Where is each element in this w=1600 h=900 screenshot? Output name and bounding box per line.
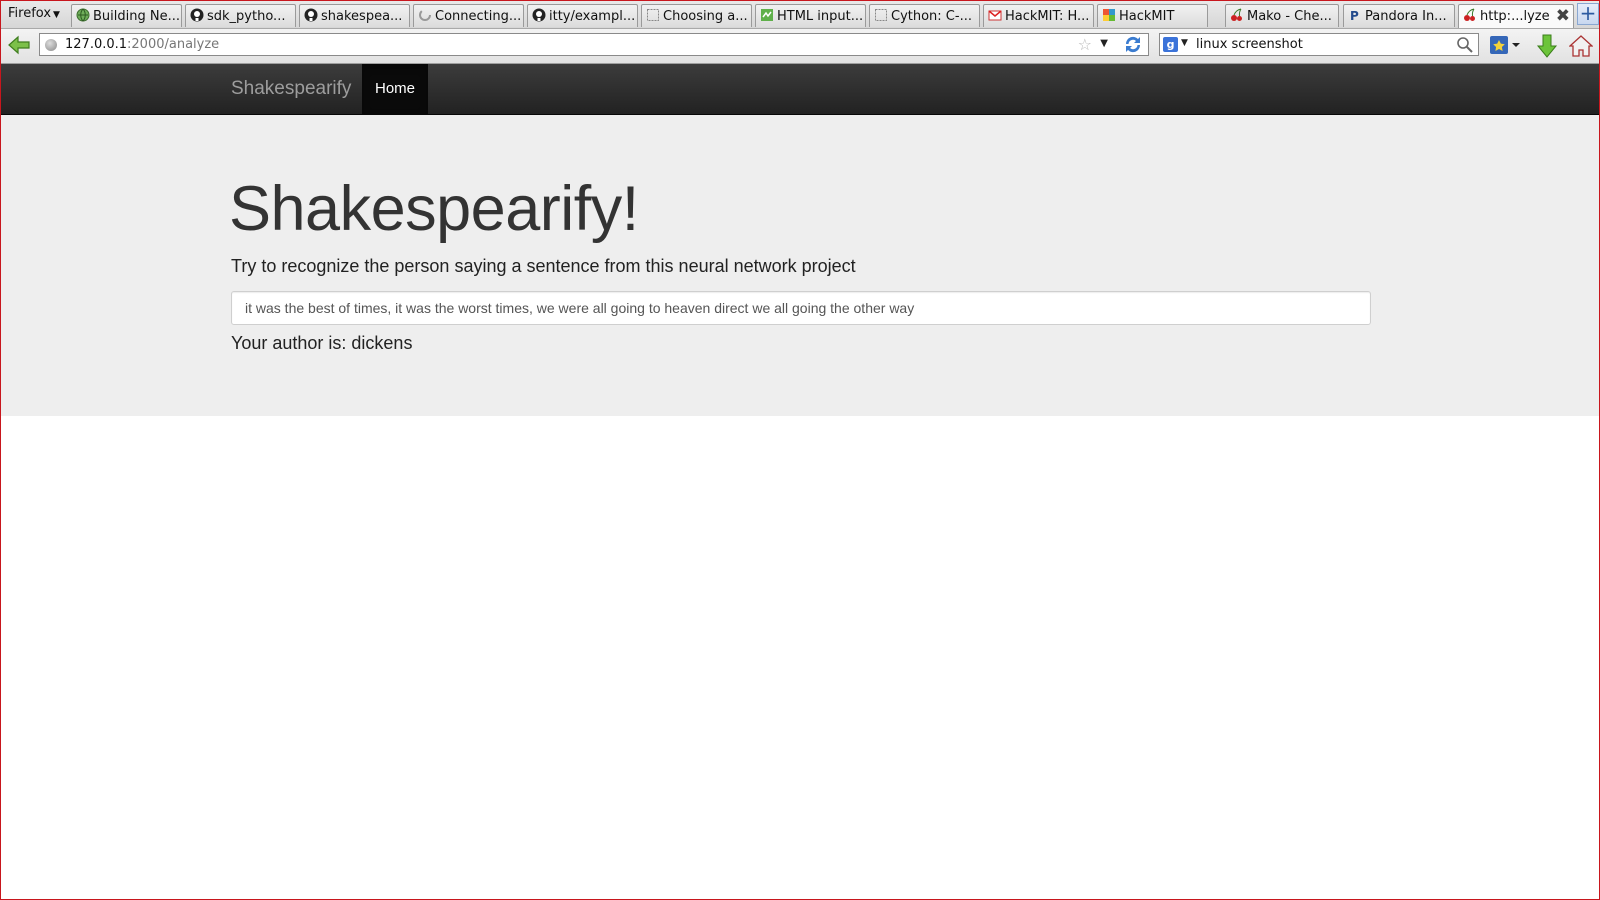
url-text: 127.0.0.1:2000/analyze — [65, 37, 219, 52]
tab-shakespeare[interactable]: shakespea... — [299, 4, 410, 27]
tab-html-input[interactable]: HTML input... — [755, 4, 866, 27]
tab-hackmit-mail[interactable]: HackMIT: H... — [983, 4, 1094, 27]
tab-label: itty/exampl... — [549, 9, 636, 24]
home-icon[interactable] — [1568, 34, 1594, 58]
tab-strip: Firefox ▼ Building Ne... sdk_pytho... sha… — [1, 1, 1599, 29]
tab-itty-example[interactable]: itty/exampl... — [527, 4, 638, 27]
search-bar[interactable]: g ▼ linux screenshot — [1159, 33, 1479, 56]
gmail-icon — [988, 8, 1002, 22]
tab-cython[interactable]: Cython: C-... — [869, 4, 980, 27]
tab-label: Cython: C-... — [891, 9, 972, 24]
tab-label: http:...lyze — [1480, 9, 1550, 24]
tab-building-ne[interactable]: Building Ne... — [71, 4, 182, 27]
lead-text: Try to recognize the person saying a sen… — [231, 256, 856, 276]
page-title: Shakespearify! — [229, 174, 639, 244]
tab-label: Pandora In... — [1365, 9, 1447, 24]
blank-page-icon — [646, 8, 660, 22]
author-result: Your author is: dickens — [231, 333, 413, 353]
navbar-brand[interactable]: Shakespearify — [231, 78, 351, 100]
bookmarks-menu-icon[interactable] — [1489, 34, 1520, 58]
loading-icon — [418, 8, 432, 22]
url-path: :2000/analyze — [127, 37, 220, 52]
download-arrow-icon[interactable] — [1536, 34, 1560, 58]
search-engine-icon[interactable]: g — [1163, 37, 1178, 52]
page-viewport: Shakespearify Home Shakespearify! Try to… — [1, 64, 1599, 899]
chevron-down-icon[interactable]: ▼ — [1181, 38, 1188, 48]
blank-page-icon — [874, 8, 888, 22]
url-history-dropdown-icon[interactable]: ▼ — [1100, 38, 1108, 49]
navigation-toolbar: 127.0.0.1:2000/analyze ☆ ▼ g ▼ linux scr… — [1, 29, 1599, 64]
tab-label: HackMIT: H... — [1005, 9, 1090, 24]
close-tab-icon[interactable]: ✖ — [1556, 6, 1570, 26]
tab-label: Mako - Che... — [1247, 9, 1332, 24]
pandora-icon: P — [1348, 8, 1362, 23]
tab-label: Connecting... — [435, 9, 522, 24]
bookmark-star-icon[interactable]: ☆ — [1078, 35, 1092, 54]
tab-label: Choosing a... — [663, 9, 748, 24]
site-identity-icon[interactable] — [45, 39, 57, 51]
tab-label: shakespea... — [321, 9, 403, 24]
svg-text:P: P — [1350, 9, 1359, 22]
nav-item-home[interactable]: Home — [362, 64, 428, 114]
tab-mako[interactable]: Mako - Che... — [1225, 4, 1339, 27]
cherry-icon — [1463, 8, 1477, 22]
github-icon — [532, 8, 546, 22]
site-icon — [760, 8, 774, 22]
url-bar[interactable]: 127.0.0.1:2000/analyze ☆ ▼ — [39, 33, 1149, 56]
search-icon[interactable] — [1456, 36, 1474, 54]
github-icon — [304, 8, 318, 22]
hero-section: Shakespearify! Try to recognize the pers… — [1, 115, 1599, 416]
firefox-menu-label: Firefox — [8, 6, 52, 21]
sentence-input[interactable] — [231, 291, 1371, 325]
tab-sdk-python[interactable]: sdk_pytho... — [185, 4, 296, 27]
url-host: 127.0.0.1 — [65, 37, 128, 52]
cherry-icon — [1230, 8, 1244, 22]
site-navbar: Shakespearify Home — [1, 64, 1599, 115]
new-tab-button[interactable]: + — [1577, 3, 1599, 25]
tab-label: HackMIT — [1119, 9, 1175, 24]
tab-label: HTML input... — [777, 9, 864, 24]
tab-choosing[interactable]: Choosing a... — [641, 4, 752, 27]
tab-label: sdk_pytho... — [207, 9, 286, 24]
globe-icon — [76, 8, 90, 22]
firefox-menu-button[interactable]: Firefox ▼ — [1, 1, 64, 28]
tab-analyze-active[interactable]: http:...lyze ✖ — [1458, 4, 1574, 28]
reload-icon[interactable] — [1122, 35, 1144, 54]
search-query: linux screenshot — [1196, 37, 1303, 52]
browser-window: Firefox ▼ Building Ne... sdk_pytho... sha… — [0, 0, 1600, 900]
tab-hackmit[interactable]: HackMIT — [1097, 4, 1208, 27]
github-icon — [190, 8, 204, 22]
tab-connecting[interactable]: Connecting... — [413, 4, 524, 27]
back-arrow-icon[interactable] — [7, 33, 31, 57]
hackmit-icon — [1102, 8, 1116, 22]
tab-label: Building Ne... — [93, 9, 180, 24]
tab-pandora[interactable]: P Pandora In... — [1343, 4, 1455, 27]
chevron-down-icon: ▼ — [53, 10, 60, 20]
